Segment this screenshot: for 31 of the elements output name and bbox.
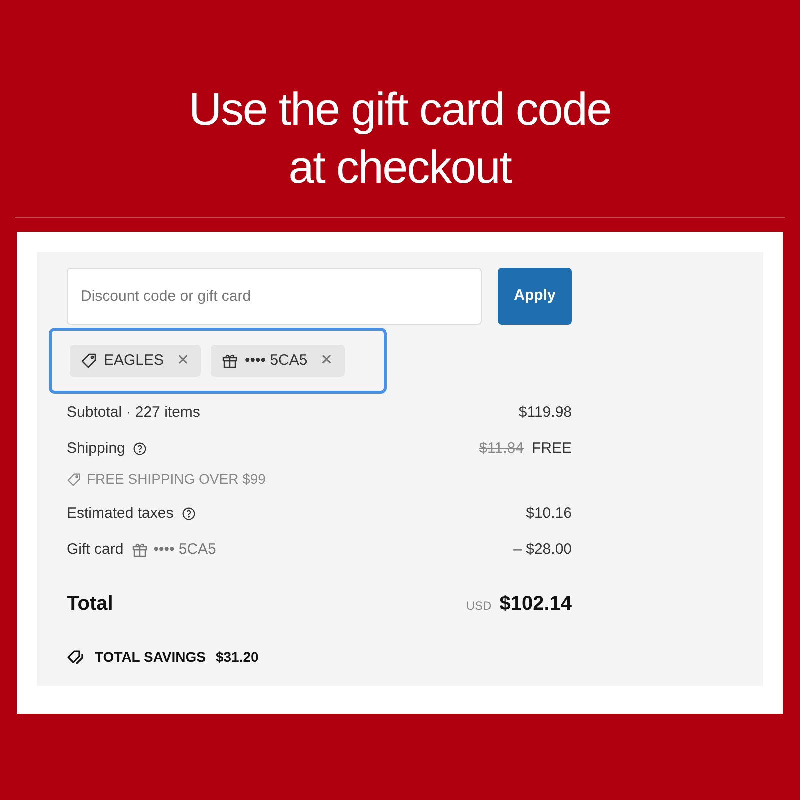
remove-button[interactable]: ✕ [320, 350, 334, 372]
row-value: $119.98 [518, 403, 572, 423]
help-icon[interactable] [182, 507, 196, 522]
gift-card-code: •••• 5CA5 [154, 540, 216, 560]
apply-button[interactable]: Apply [498, 268, 572, 325]
gift-icon [222, 353, 238, 369]
savings-label: TOTAL SAVINGS [95, 648, 206, 667]
row-label: Gift card [67, 540, 124, 560]
row-label: Subtotal · 227 items [67, 403, 200, 423]
chip-label: •••• 5CA5 [245, 350, 308, 371]
currency: USD [466, 598, 492, 615]
code-input-field[interactable]: Discount code or gift card [67, 268, 482, 325]
remove-button[interactable]: ✕ [177, 350, 190, 372]
headline: Use the gift card code [188, 82, 612, 137]
row-label: Shipping [67, 438, 126, 458]
chip-label: EAGLES [104, 350, 164, 371]
tag-icon [67, 472, 81, 486]
row-value: FREE [532, 438, 572, 458]
help-icon[interactable] [133, 442, 148, 456]
tags-icon [67, 650, 85, 666]
savings-amount: $31.20 [216, 648, 259, 667]
row-value: – $28.00 [514, 540, 572, 560]
row-label: Estimated taxes [67, 504, 174, 524]
headline: at checkout [288, 140, 512, 195]
shipping-note: FREE SHIPPING OVER $99 [87, 470, 266, 489]
gift-icon [132, 542, 148, 558]
total-amount: $102.14 [500, 592, 572, 617]
original-price: $11.84 [479, 438, 524, 458]
row-value: $10.16 [526, 504, 572, 524]
tag-icon [81, 353, 97, 369]
total-label: Total [67, 592, 114, 617]
